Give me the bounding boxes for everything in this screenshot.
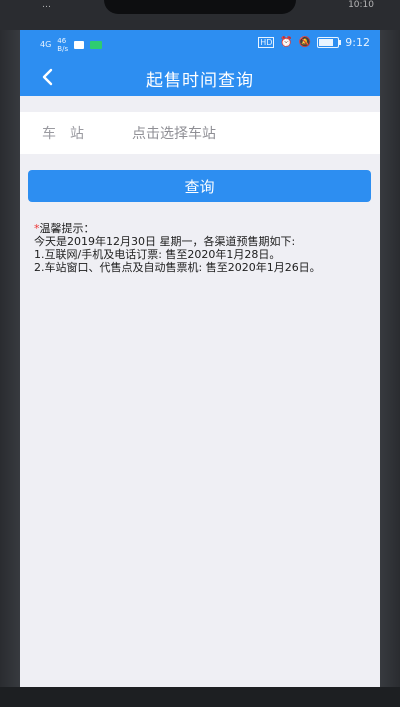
app-bar: 起售时间查询 (20, 58, 380, 96)
mute-icon: 🔕 (298, 37, 312, 48)
camera-notch (104, 0, 296, 14)
notice-heading-line: *温馨提示： (34, 222, 374, 235)
app-screen: 4G 46 B/s HD ⏰ 🔕 9:12 起售时间查询 车站 点击选择车站 查… (20, 30, 380, 687)
station-picker-row[interactable]: 车站 点击选择车站 (20, 112, 380, 154)
status-time: 9:12 (345, 36, 370, 49)
status-bar: 4G 46 B/s HD ⏰ 🔕 9:12 (20, 30, 380, 58)
page-title: 起售时间查询 (146, 71, 254, 91)
outer-right-text: 10:10 (348, 0, 374, 10)
signal-label-1: 4G (40, 40, 52, 49)
notice-heading: 温馨提示： (39, 222, 95, 235)
notice-block: *温馨提示： 今天是2019年12月30日 星期一，各渠道预售期如下: 1.互联… (34, 222, 374, 274)
outer-left-text: … (42, 0, 52, 10)
bottom-bezel (0, 687, 400, 707)
hd-icon: HD (258, 37, 275, 48)
notice-line-1: 今天是2019年12月30日 星期一，各渠道预售期如下: (34, 235, 296, 248)
notice-line-2: 1.互联网/手机及电话订票: 售至2020年1月28日。 (34, 248, 281, 261)
notice-line-3: 2.车站窗口、代售点及自动售票机: 售至2020年1月26日。 (34, 261, 321, 274)
phone-frame: … 10:10 4G 46 B/s HD ⏰ 🔕 9:12 起售时间查询 车站 … (0, 0, 400, 707)
signal-label-2: 46 B/s (57, 37, 69, 53)
query-button[interactable]: 查询 (28, 170, 371, 202)
battery-icon (317, 37, 342, 48)
notification-icon (74, 41, 85, 49)
station-placeholder[interactable]: 点击选择车站 (132, 123, 216, 143)
alarm-icon: ⏰ (280, 37, 293, 48)
battery-fill (319, 39, 334, 46)
station-label: 车站 (42, 126, 98, 142)
wechat-icon (90, 41, 103, 49)
